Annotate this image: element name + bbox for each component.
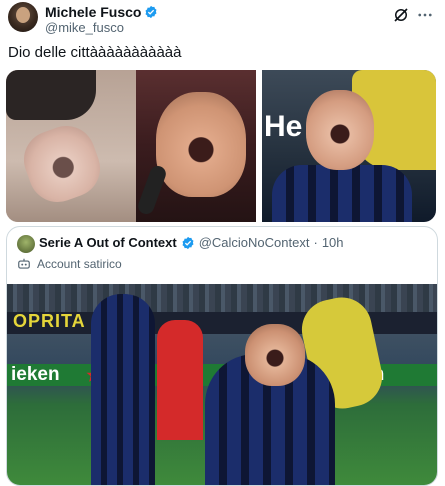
image-bag [6, 70, 96, 120]
image-ad-text-left: ieken [11, 364, 60, 385]
verified-badge-icon [145, 5, 157, 19]
more-icon[interactable] [416, 6, 434, 24]
quoted-handle[interactable]: @CalcioNoContext [199, 235, 310, 250]
tweet-text: Dio delle cittààààààààààà [8, 44, 182, 61]
quoted-media-image[interactable]: OPRITA ieken eken [7, 284, 437, 485]
tweet-header: Michele Fusco @mike_fusco [8, 2, 438, 38]
image-player-shirt [272, 165, 412, 222]
author-handle[interactable]: @mike_fusco [45, 20, 124, 35]
author-display-name[interactable]: Michele Fusco [45, 4, 141, 20]
automated-label-row[interactable]: Account satirico [17, 257, 122, 271]
verified-badge-icon [182, 236, 194, 249]
quoted-display-name[interactable]: Serie A Out of Context [39, 235, 177, 250]
quoted-author-row: Serie A Out of Context @CalcioNoContext … [39, 235, 344, 250]
quoted-separator: · [313, 235, 318, 250]
author-name-row: Michele Fusco [45, 4, 158, 20]
image-player-left [91, 294, 155, 485]
image-banner-text: He [264, 110, 303, 143]
media-image-right[interactable]: He [262, 70, 436, 222]
image-player-face [306, 90, 374, 170]
avatar[interactable] [8, 2, 38, 32]
grok-icon[interactable] [392, 6, 410, 24]
image-referee [157, 320, 203, 440]
image-singer-face [156, 92, 246, 197]
quoted-avatar[interactable] [17, 235, 35, 253]
media-image-left[interactable] [6, 70, 256, 222]
bot-icon [18, 258, 30, 269]
image-banner-text: OPRITA [13, 311, 86, 331]
quoted-tweet[interactable]: Serie A Out of Context @CalcioNoContext … [6, 226, 438, 486]
image-fallen-player-face [245, 324, 305, 386]
quoted-timestamp[interactable]: 10h [322, 235, 344, 250]
automated-label: Account satirico [37, 257, 122, 271]
tweet-media[interactable]: He [6, 70, 436, 222]
